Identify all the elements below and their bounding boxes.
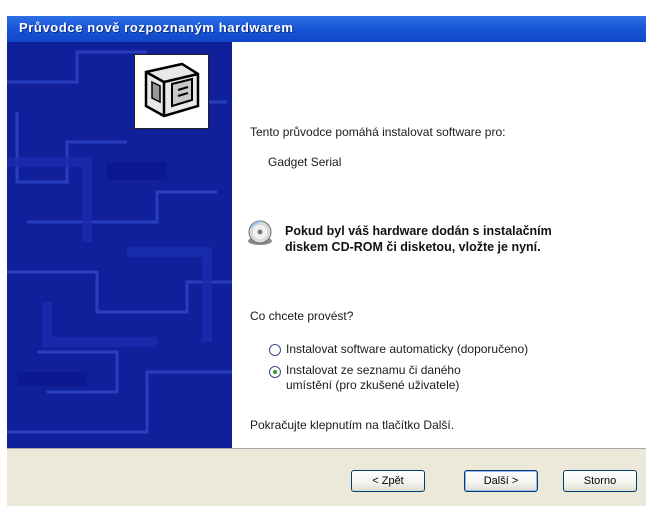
hardware-wizard-icon xyxy=(134,54,209,129)
wizard-body: Tento průvodce pomáhá instalovat softwar… xyxy=(7,42,646,448)
next-hint-text: Pokračujte klepnutím na tlačítko Další. xyxy=(250,418,455,432)
cd-rom-icon xyxy=(247,220,273,246)
option-automatic-label[interactable]: Instalovat software automaticky (doporuč… xyxy=(286,342,528,356)
wizard-side-panel xyxy=(7,42,232,448)
title-bar[interactable]: Průvodce nově rozpoznaným hardwarem xyxy=(7,16,646,42)
intro-text: Tento průvodce pomáhá instalovat softwar… xyxy=(250,125,506,139)
device-name: Gadget Serial xyxy=(268,155,342,169)
back-button[interactable]: < Zpět xyxy=(351,470,425,492)
window-title: Průvodce nově rozpoznaným hardwarem xyxy=(19,20,294,35)
cd-notice-line-1: Pokud byl váš hardware dodán s instalačn… xyxy=(285,224,552,238)
wizard-footer: < Zpět Další > Storno xyxy=(7,449,646,506)
cancel-button[interactable]: Storno xyxy=(563,470,637,492)
wizard-content: Tento průvodce pomáhá instalovat softwar… xyxy=(232,42,646,448)
option-from-list-label-1[interactable]: Instalovat ze seznamu či daného xyxy=(286,363,461,377)
question-text: Co chcete provést? xyxy=(250,309,354,323)
radio-from-list[interactable] xyxy=(269,366,281,378)
cd-notice-line-2: diskem CD-ROM či disketou, vložte je nyn… xyxy=(285,240,541,254)
next-button[interactable]: Další > xyxy=(464,470,538,492)
radio-automatic[interactable] xyxy=(269,344,281,356)
option-from-list-label-2[interactable]: umístění (pro zkušené uživatele) xyxy=(286,378,459,392)
